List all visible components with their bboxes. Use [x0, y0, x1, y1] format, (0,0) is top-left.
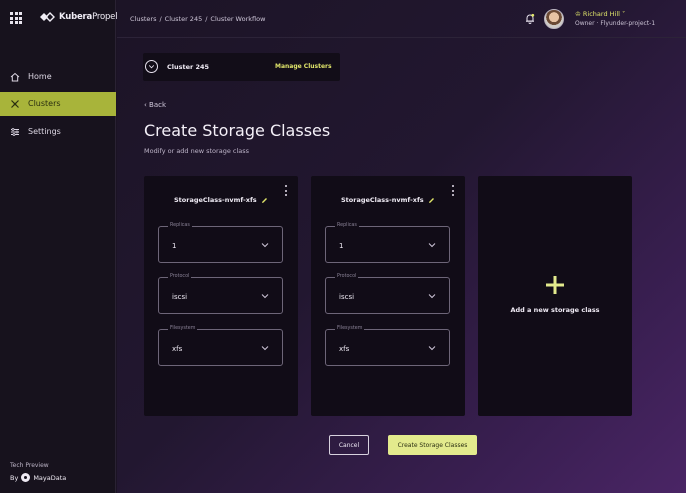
- maker-name: MayaData: [33, 473, 67, 482]
- breadcrumb: Clusters / Cluster 245/Cluster Workflow: [130, 15, 266, 23]
- sidebar: KuberaPropel Home Clusters Settings Tech…: [0, 0, 118, 493]
- settings-icon: [11, 128, 19, 136]
- sidebar-item-settings[interactable]: Settings: [0, 120, 116, 144]
- mayadata-logo-icon: [21, 473, 31, 482]
- by-label: By: [10, 473, 19, 482]
- breadcrumb-clusters[interactable]: Clusters: [130, 15, 156, 23]
- protocol-select[interactable]: Protocol iscsi: [158, 274, 283, 314]
- replicas-select[interactable]: Replicas 1: [325, 223, 450, 263]
- chevron-down-icon: [428, 243, 436, 248]
- top-bar: Clusters / Cluster 245/Cluster Workflow ♔ …: [117, 0, 686, 38]
- main-content: Clusters / Cluster 245/Cluster Workflow ♔ …: [117, 0, 686, 493]
- chevron-down-icon: [428, 346, 436, 351]
- storage-class-card: StorageClass-nvmf-xfs Replicas 1 Protoco…: [144, 176, 298, 416]
- breadcrumb-current: Cluster Workflow: [210, 15, 266, 23]
- more-options-icon[interactable]: [285, 185, 288, 196]
- sidebar-item-home[interactable]: Home: [0, 65, 116, 89]
- page-subtitle: Modify or add new storage class: [144, 147, 250, 155]
- create-storage-classes-button[interactable]: Create Storage Classes: [388, 435, 477, 455]
- chevron-down-icon: [428, 294, 436, 299]
- pencil-icon[interactable]: [261, 197, 268, 204]
- chevron-down-icon[interactable]: [145, 60, 158, 73]
- plus-icon: [546, 276, 564, 294]
- add-storage-class-label: Add a new storage class: [510, 306, 600, 314]
- tech-preview-label: Tech Preview: [10, 462, 49, 469]
- sidebar-header: KuberaPropel: [0, 0, 118, 38]
- more-options-icon[interactable]: [452, 185, 455, 196]
- filesystem-select[interactable]: Filesystem xfs: [158, 326, 283, 366]
- user-name[interactable]: ♔ Richard Hill ˅: [575, 10, 625, 18]
- cancel-button[interactable]: Cancel: [329, 435, 369, 455]
- app-grid-icon[interactable]: [10, 12, 22, 24]
- chevron-down-icon: [261, 243, 269, 248]
- clusters-icon: [11, 100, 19, 108]
- sidebar-item-clusters[interactable]: Clusters: [0, 92, 116, 116]
- avatar[interactable]: [544, 9, 564, 29]
- brand-logo[interactable]: KuberaPropel: [40, 12, 118, 22]
- kubera-logo-icon: [40, 12, 55, 22]
- sidebar-item-label: Home: [28, 72, 52, 81]
- storage-class-card: StorageClass-nvmf-xfs Replicas 1 Protoco…: [311, 176, 465, 416]
- replicas-select[interactable]: Replicas 1: [158, 223, 283, 263]
- sidebar-item-label: Settings: [28, 127, 61, 136]
- mayadata-credit: By MayaData: [10, 473, 66, 482]
- user-role: Owner · Flyunder-project-1: [575, 20, 656, 27]
- add-storage-class-card[interactable]: Add a new storage class: [478, 176, 632, 416]
- brand-name: KuberaPropel: [59, 12, 118, 22]
- breadcrumb-cluster[interactable]: Cluster 245: [165, 15, 203, 23]
- filesystem-select[interactable]: Filesystem xfs: [325, 326, 450, 366]
- card-title: StorageClass-nvmf-xfs: [341, 196, 435, 204]
- chevron-down-icon: [261, 346, 269, 351]
- protocol-select[interactable]: Protocol iscsi: [325, 274, 450, 314]
- pencil-icon[interactable]: [428, 197, 435, 204]
- notification-bell-icon[interactable]: [525, 13, 535, 24]
- back-link[interactable]: ‹ Back: [144, 101, 166, 109]
- sidebar-item-label: Clusters: [28, 99, 61, 108]
- cluster-selector[interactable]: Cluster 245 Manage Clusters: [143, 53, 340, 81]
- home-icon: [10, 72, 20, 82]
- manage-clusters-link[interactable]: Manage Clusters: [275, 63, 332, 70]
- page-title: Create Storage Classes: [144, 121, 331, 140]
- chevron-down-icon: [261, 294, 269, 299]
- card-title: StorageClass-nvmf-xfs: [174, 196, 268, 204]
- cluster-name: Cluster 245: [167, 63, 210, 71]
